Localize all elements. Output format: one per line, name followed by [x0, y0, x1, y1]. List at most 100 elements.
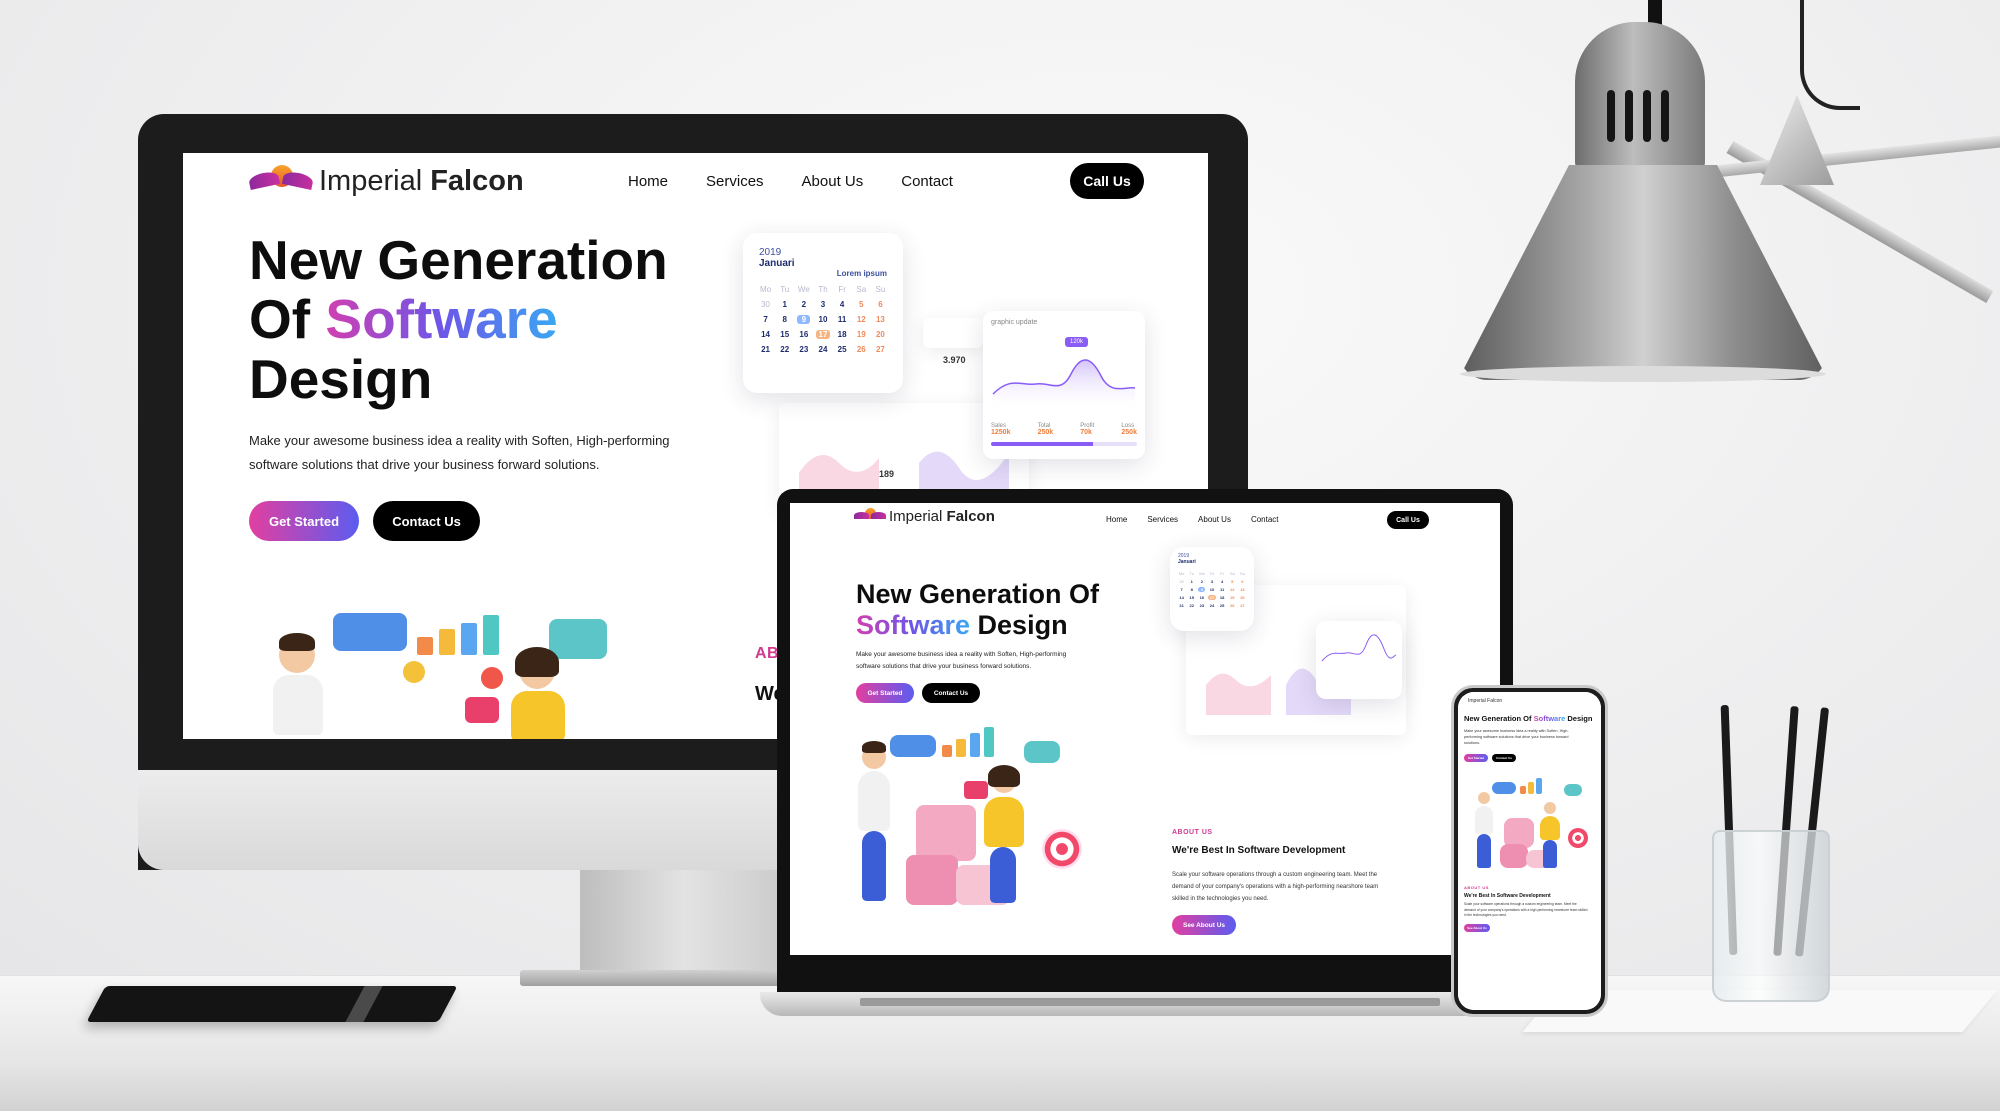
- get-started-button[interactable]: Get Started: [249, 501, 359, 541]
- calendar-day[interactable]: 26: [855, 345, 868, 354]
- calendar-day-header: Th: [1209, 571, 1215, 576]
- calendar-day[interactable]: 4: [836, 300, 849, 309]
- brand-logo[interactable]: Imperial Falcon: [247, 163, 524, 199]
- calendar-day[interactable]: 4: [1219, 579, 1226, 584]
- calendar-day[interactable]: 19: [855, 330, 868, 339]
- calendar-day[interactable]: 23: [797, 345, 810, 354]
- calendar-day[interactable]: 23: [1198, 603, 1205, 608]
- calendar-day[interactable]: 6: [874, 300, 887, 309]
- calendar-day[interactable]: 27: [1239, 603, 1246, 608]
- calendar-day[interactable]: 30: [1178, 579, 1185, 584]
- calendar-day-header: Sa: [1229, 571, 1235, 576]
- nav-services[interactable]: Services: [706, 173, 764, 190]
- calendar-day[interactable]: 6: [1239, 579, 1246, 584]
- brand-name[interactable]: Imperial Falcon: [1468, 698, 1502, 704]
- lamp-cable: [1800, 0, 1860, 110]
- calendar-day[interactable]: 10: [816, 315, 829, 324]
- hero-title: New Generation Of Software Design: [856, 579, 1100, 641]
- calendar-day[interactable]: 17: [1208, 595, 1216, 600]
- bar-chart-icon: [942, 745, 952, 757]
- calendar-day[interactable]: 10: [1208, 587, 1215, 592]
- nav-contact[interactable]: Contact: [1251, 515, 1279, 524]
- calendar-day-header: Tu: [780, 285, 790, 294]
- calendar-day[interactable]: 17: [816, 330, 830, 339]
- calendar-day[interactable]: 9: [797, 315, 811, 324]
- get-started-button[interactable]: Get Started: [1464, 754, 1488, 762]
- get-started-button[interactable]: Get Started: [856, 683, 914, 703]
- graph-card: graphic update 120k Sales 1250k Total 250k…: [983, 311, 1145, 459]
- calendar-day[interactable]: 14: [1178, 595, 1185, 600]
- contact-us-button[interactable]: Contact Us: [373, 501, 480, 541]
- calendar-day[interactable]: 2: [797, 300, 810, 309]
- calendar-day[interactable]: 30: [759, 300, 772, 309]
- calendar-day[interactable]: 18: [836, 330, 849, 339]
- calendar-card: 2019 Januari Lorem ipsum Mo Tu We Th Fr Sa Su 3…: [743, 233, 903, 393]
- calendar-day[interactable]: 11: [1219, 587, 1226, 592]
- calendar-day[interactable]: 5: [855, 300, 868, 309]
- nav-home[interactable]: Home: [1106, 515, 1127, 524]
- calendar-day[interactable]: 15: [1188, 595, 1195, 600]
- calendar-day[interactable]: 7: [1178, 587, 1185, 592]
- line-chart: [1321, 634, 1397, 662]
- calendar-day[interactable]: 25: [1219, 603, 1226, 608]
- about-label: ABOUT US: [1464, 885, 1489, 890]
- calendar-day[interactable]: 12: [855, 315, 868, 324]
- calendar-day[interactable]: 5: [1229, 579, 1236, 584]
- nav-about[interactable]: About Us: [1198, 515, 1231, 524]
- calendar-day[interactable]: 21: [1178, 603, 1185, 608]
- calendar-day[interactable]: 24: [1208, 603, 1215, 608]
- target-icon: [1042, 829, 1082, 869]
- hero-illustration: [273, 593, 607, 739]
- calendar-day[interactable]: 14: [759, 330, 772, 339]
- calendar-day[interactable]: 25: [836, 345, 849, 354]
- calendar-day[interactable]: 27: [874, 345, 887, 354]
- calendar-day[interactable]: 1: [1188, 579, 1195, 584]
- lamp-rim: [1460, 366, 1826, 382]
- calendar-day[interactable]: 26: [1229, 603, 1236, 608]
- nav-contact[interactable]: Contact: [901, 173, 953, 190]
- contact-us-button[interactable]: Contact Us: [1492, 754, 1516, 762]
- calendar-day[interactable]: 24: [816, 345, 829, 354]
- calendar-day[interactable]: 12: [1229, 587, 1236, 592]
- contact-us-button[interactable]: Contact Us: [922, 683, 980, 703]
- notebook: [86, 986, 458, 1022]
- laptop-screen: Imperial Falcon Home Services About Us C…: [790, 503, 1500, 955]
- brand-logo[interactable]: Imperial Falcon: [854, 507, 995, 525]
- laptop-hinge: [860, 998, 1440, 1006]
- calendar-day[interactable]: 8: [1188, 587, 1195, 592]
- see-about-us-button[interactable]: See About Us: [1172, 915, 1236, 935]
- calendar-day[interactable]: 13: [1239, 587, 1246, 592]
- calendar-day[interactable]: 7: [759, 315, 772, 324]
- calendar-day[interactable]: 8: [778, 315, 791, 324]
- nav-services[interactable]: Services: [1147, 515, 1178, 524]
- call-us-button[interactable]: Call Us: [1387, 511, 1429, 529]
- calendar-day[interactable]: 3: [1208, 579, 1215, 584]
- calendar-day[interactable]: 22: [778, 345, 791, 354]
- calendar-day[interactable]: 16: [797, 330, 810, 339]
- calendar-day[interactable]: 15: [778, 330, 791, 339]
- heart-icon: [481, 667, 503, 689]
- calendar-day[interactable]: 9: [1198, 587, 1206, 592]
- calendar-day[interactable]: 11: [836, 315, 849, 324]
- hero-description: Make your awesome business idea a realit…: [249, 433, 670, 472]
- website-mobile: Imperial Falcon New Generation Of Softwa…: [1458, 692, 1601, 1010]
- calendar-day[interactable]: 20: [874, 330, 887, 339]
- calendar-day[interactable]: 20: [1239, 595, 1246, 600]
- call-us-button[interactable]: Call Us: [1070, 163, 1144, 199]
- calendar-day[interactable]: 19: [1229, 595, 1236, 600]
- calendar-day[interactable]: 2: [1198, 579, 1205, 584]
- lamp-head: [1575, 22, 1705, 172]
- calendar-day-header: Sa: [856, 285, 867, 294]
- calendar-day[interactable]: 22: [1188, 603, 1195, 608]
- calendar-day[interactable]: 16: [1198, 595, 1205, 600]
- calendar-day[interactable]: 1: [778, 300, 791, 309]
- calendar-day[interactable]: 3: [816, 300, 829, 309]
- calendar-day[interactable]: 21: [759, 345, 772, 354]
- chat-bubble-icon: [1492, 782, 1516, 794]
- nav-home[interactable]: Home: [628, 173, 668, 190]
- see-about-us-button[interactable]: See About Us: [1464, 924, 1490, 932]
- calendar-day[interactable]: 18: [1219, 595, 1226, 600]
- calendar-day[interactable]: 13: [874, 315, 887, 324]
- nav-about[interactable]: About Us: [802, 173, 864, 190]
- about-description: Scale your software operations through a…: [1464, 902, 1588, 917]
